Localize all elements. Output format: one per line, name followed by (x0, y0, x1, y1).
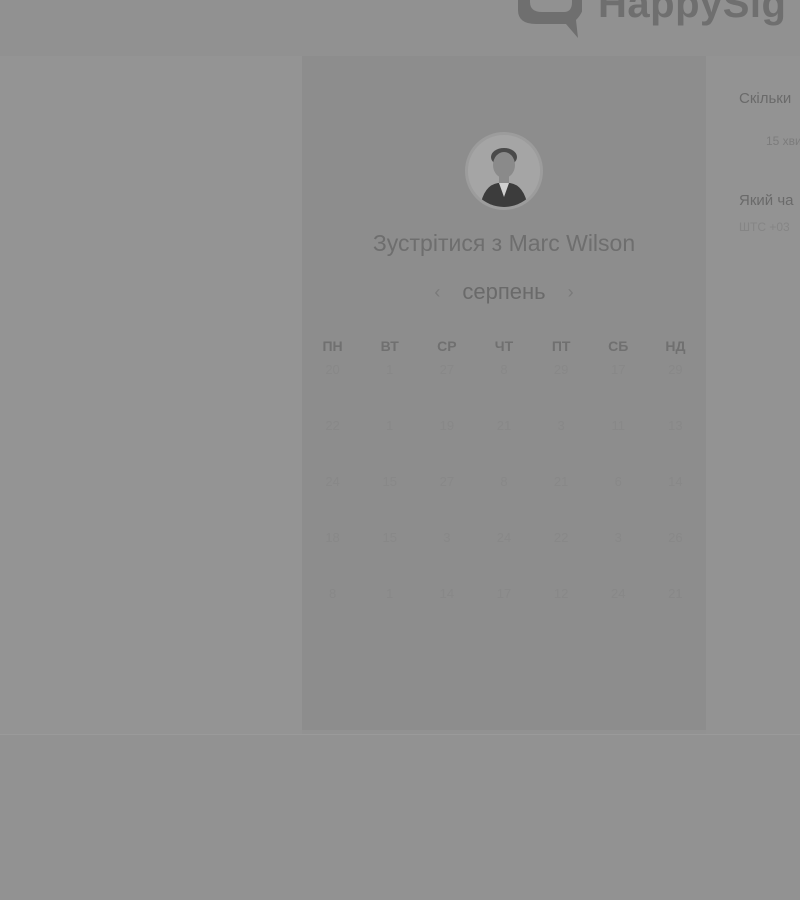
weekday-label: ПТ (551, 338, 571, 354)
meeting-title: Зустрітися з Marc Wilson (372, 230, 636, 256)
calendar-day[interactable]: 17 (590, 360, 647, 416)
top-header: HappySig (0, 0, 800, 56)
calendar-week-row: 22 1 19 21 3 11 13 (304, 416, 704, 472)
weekday-label: СБ (608, 338, 629, 354)
calendar-day[interactable]: 22 (533, 528, 590, 584)
calendar-day[interactable]: 15 (361, 472, 418, 528)
page: HappySig Зустрітися з Marc Wilson ‹ серп… (0, 0, 800, 900)
calendar-day[interactable]: 20 (304, 360, 361, 416)
calendar-day[interactable]: 11 (590, 416, 647, 472)
calendar-day[interactable]: 17 (475, 584, 532, 640)
chevron-left-icon[interactable]: ‹ (430, 282, 444, 302)
calendar-day[interactable]: 21 (533, 472, 590, 528)
calendar-day[interactable]: 29 (647, 360, 704, 416)
calendar-week-row: 20 1 27 8 29 17 29 (304, 360, 704, 416)
booking-calendar-card: Зустрітися з Marc Wilson ‹ серпень › ПН … (302, 56, 706, 730)
calendar-day[interactable]: 1 (361, 416, 418, 472)
calendar-day[interactable]: 27 (418, 360, 475, 416)
weekday-header: ПН ВТ СР ЧТ ПТ СБ НД (304, 338, 704, 354)
weekday-label: ЧТ (494, 338, 514, 354)
calendar-day[interactable]: 24 (590, 584, 647, 640)
calendar-day[interactable]: 24 (304, 472, 361, 528)
month-navigation: ‹ серпень › (302, 277, 706, 307)
weekday-label: СР (437, 338, 457, 354)
calendar-day[interactable]: 1 (361, 360, 418, 416)
duration-question: Скільки (739, 90, 792, 107)
calendar-week-row: 8 1 14 17 12 24 21 (304, 584, 704, 640)
calendar-day[interactable]: 21 (647, 584, 704, 640)
calendar-week-row: 24 15 27 8 21 6 14 (304, 472, 704, 528)
avatar (465, 132, 543, 210)
calendar-day[interactable]: 19 (418, 416, 475, 472)
calendar-day[interactable]: 3 (533, 416, 590, 472)
calendar-day[interactable]: 1 (361, 584, 418, 640)
calendar-day[interactable]: 26 (647, 528, 704, 584)
calendar-day[interactable]: 3 (590, 528, 647, 584)
calendar-day[interactable]: 6 (590, 472, 647, 528)
meeting-details-pane: Скільки 15 хви Який ча ШТС +03 (706, 56, 800, 734)
weekday-label: НД (665, 338, 686, 354)
calendar-day[interactable]: 14 (647, 472, 704, 528)
brand-logo[interactable]: HappySig (512, 0, 786, 40)
chevron-right-icon[interactable]: › (564, 282, 578, 302)
calendar-day[interactable]: 29 (533, 360, 590, 416)
calendar-day[interactable]: 22 (304, 416, 361, 472)
person-portrait-icon (468, 135, 540, 207)
calendar-day[interactable]: 27 (418, 472, 475, 528)
calendar-day[interactable]: 15 (361, 528, 418, 584)
weekday-label: ПН (322, 338, 343, 354)
calendar-day[interactable]: 8 (304, 584, 361, 640)
calendar-day[interactable]: 12 (533, 584, 590, 640)
timezone-value[interactable]: ШТС +03 (739, 220, 790, 234)
calendar-day[interactable]: 18 (304, 528, 361, 584)
calendar-week-row: 18 15 3 24 22 3 26 (304, 528, 704, 584)
month-label: серпень (462, 279, 546, 304)
calendar-day[interactable]: 13 (647, 416, 704, 472)
speech-bubble-logo-icon (512, 0, 584, 38)
calendar-day[interactable]: 8 (475, 360, 532, 416)
timezone-question: Який ча (739, 192, 794, 209)
brand-name: HappySig (598, 0, 787, 26)
weekday-label: ВТ (380, 338, 399, 354)
calendar-grid: 20 1 27 8 29 17 29 22 1 19 21 3 11 13 24… (304, 360, 704, 640)
calendar-day[interactable]: 14 (418, 584, 475, 640)
calendar-day[interactable]: 3 (418, 528, 475, 584)
calendar-day[interactable]: 8 (475, 472, 532, 528)
calendar-day[interactable]: 24 (475, 528, 532, 584)
left-pane (0, 56, 302, 734)
calendar-day[interactable]: 21 (475, 416, 532, 472)
divider (0, 734, 800, 735)
duration-option[interactable]: 15 хви (766, 134, 800, 148)
